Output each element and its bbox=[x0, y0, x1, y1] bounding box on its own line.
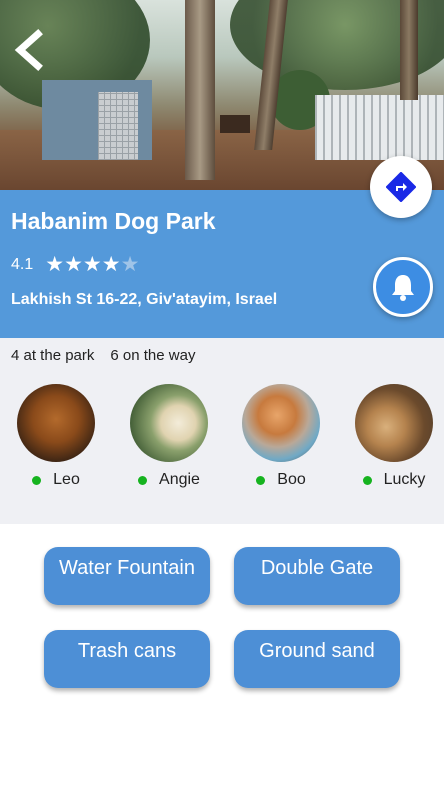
amenity-ground-sand[interactable]: Ground sand bbox=[234, 630, 400, 688]
dog-name: Angie bbox=[159, 471, 200, 488]
at-park-count: 4 at the park bbox=[11, 347, 95, 364]
star-icon: ★ bbox=[101, 253, 121, 276]
star-icon: ★ bbox=[82, 253, 102, 276]
dogs-panel: 4 at the park 6 on the way Leo Angie Boo bbox=[0, 338, 444, 524]
dog-avatar bbox=[355, 384, 433, 462]
amenity-double-gate[interactable]: Double Gate bbox=[234, 547, 400, 605]
dog-name: Lucky bbox=[383, 471, 426, 488]
dog-name: Leo bbox=[53, 471, 80, 488]
dog-avatar bbox=[242, 384, 320, 462]
dog-card[interactable]: Lucky bbox=[354, 384, 434, 489]
rating-value: 4.1 bbox=[11, 255, 34, 273]
notify-button[interactable] bbox=[373, 257, 433, 317]
park-name: Habanim Dog Park bbox=[11, 208, 216, 234]
online-status-dot bbox=[32, 475, 42, 485]
bell-icon bbox=[392, 275, 414, 301]
dog-card[interactable]: Angie bbox=[129, 384, 209, 489]
chevron-left-icon bbox=[14, 29, 43, 71]
dog-card[interactable]: Boo bbox=[241, 384, 321, 489]
rating: 4.1 ★ ★ ★ ★ ★ bbox=[11, 254, 139, 275]
star-empty-icon: ★ bbox=[120, 253, 140, 276]
dog-card[interactable]: Leo bbox=[16, 384, 96, 489]
back-button[interactable] bbox=[10, 28, 50, 72]
on-the-way-count: 6 on the way bbox=[110, 347, 196, 364]
amenity-trash-cans[interactable]: Trash cans bbox=[44, 630, 210, 688]
star-icon: ★ bbox=[45, 253, 65, 276]
rating-stars: ★ ★ ★ ★ ★ bbox=[45, 254, 139, 275]
online-status-dot bbox=[256, 475, 266, 485]
online-status-dot bbox=[138, 475, 148, 485]
dog-name: Boo bbox=[277, 471, 306, 488]
directions-icon bbox=[386, 172, 416, 202]
dog-avatar bbox=[17, 384, 95, 462]
amenity-water-fountain[interactable]: Water Fountain bbox=[44, 547, 210, 605]
dog-avatar bbox=[130, 384, 208, 462]
star-icon: ★ bbox=[64, 253, 83, 276]
directions-button[interactable] bbox=[370, 156, 432, 218]
dog-counts: 4 at the park 6 on the way bbox=[11, 347, 211, 364]
park-info: Habanim Dog Park 4.1 ★ ★ ★ ★ ★ Lakhish S… bbox=[0, 190, 444, 338]
park-photo bbox=[0, 0, 444, 190]
online-status-dot bbox=[362, 475, 372, 485]
park-address: Lakhish St 16-22, Giv'atayim, Israel bbox=[11, 291, 278, 308]
